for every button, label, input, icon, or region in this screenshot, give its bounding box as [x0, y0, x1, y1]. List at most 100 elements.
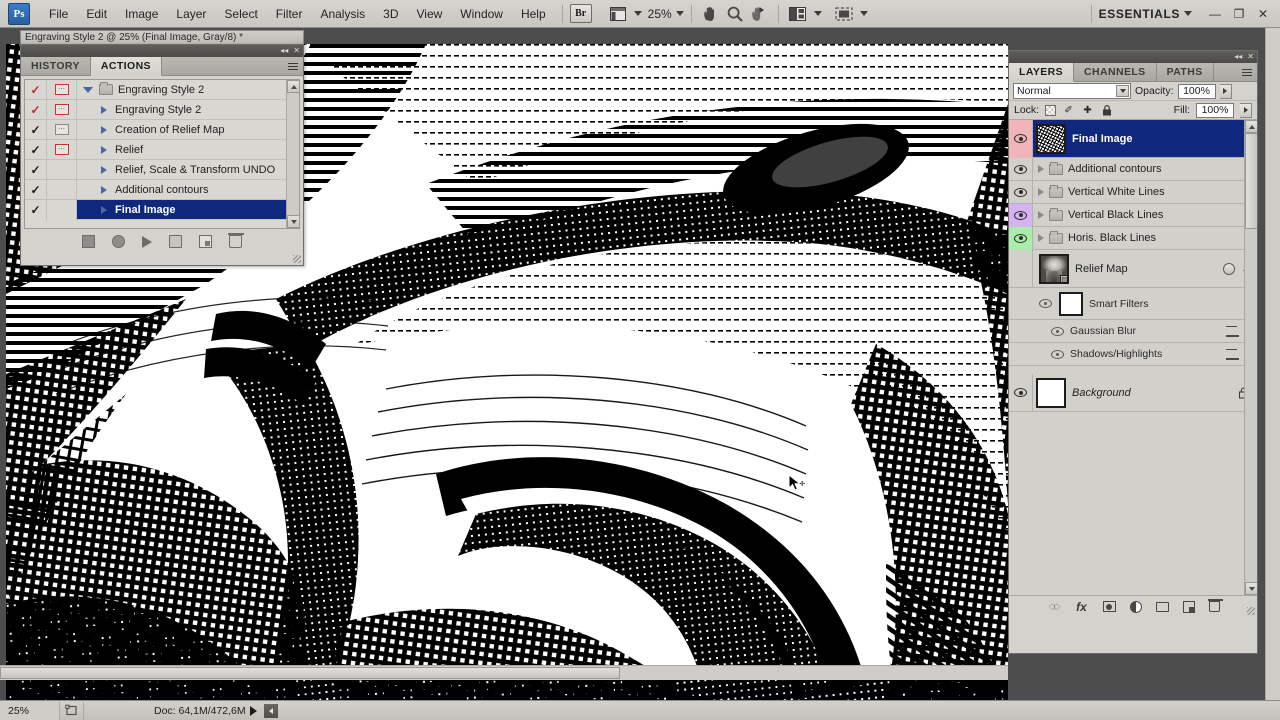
layers-panel-menu-icon[interactable]	[1240, 67, 1252, 78]
collapse-panel-icon[interactable]: ◂◂	[280, 47, 288, 55]
fill-input[interactable]: 100%	[1196, 102, 1234, 118]
scroll-up-button[interactable]	[1245, 120, 1257, 133]
filter-blending-options-icon[interactable]	[1226, 325, 1239, 337]
screen-mode-chevron-down-icon[interactable]	[859, 11, 868, 16]
delete-layer-button[interactable]	[1207, 599, 1223, 612]
action-row-selected[interactable]: ✓ Final Image	[25, 199, 299, 220]
preview-thumbnail-icon[interactable]	[60, 701, 84, 720]
canvas-horizontal-scrollbar[interactable]	[0, 665, 1008, 680]
layer-visibility-toggle[interactable]	[1009, 157, 1033, 181]
layers-scroll-thumb[interactable]	[1245, 133, 1257, 229]
stop-playing-recording-button[interactable]	[82, 235, 95, 248]
eye-icon[interactable]	[1051, 326, 1064, 336]
action-modal-toggle[interactable]: ⋯	[47, 99, 77, 120]
layer-row-relief-map[interactable]: Relief Map	[1009, 249, 1257, 288]
scroll-up-button[interactable]	[287, 80, 299, 93]
fill-slider-button[interactable]	[1240, 102, 1252, 118]
canvas-vertical-scrollbar[interactable]	[1265, 28, 1280, 700]
action-row[interactable]: ✓ ⋯ Creation of Relief Map	[25, 119, 299, 140]
lock-position-icon[interactable]: ✚	[1081, 104, 1094, 117]
smart-filter-shadows-highlights[interactable]: Shadows/Highlights	[1009, 343, 1257, 366]
action-modal-toggle[interactable]	[47, 179, 77, 200]
action-expand-toggle[interactable]	[77, 86, 99, 93]
tab-layers[interactable]: LAYERS	[1009, 63, 1075, 82]
action-toggle-checkbox[interactable]: ✓	[25, 159, 47, 180]
new-layer-button[interactable]	[1182, 600, 1195, 613]
filter-blending-options-icon[interactable]	[1226, 348, 1239, 360]
screen-mode-icon[interactable]	[832, 4, 856, 24]
close-panel-icon[interactable]: ✕	[1247, 53, 1254, 61]
menu-window[interactable]: Window	[451, 3, 512, 25]
workspace-chevron-down-icon[interactable]	[1184, 11, 1192, 16]
link-layers-button[interactable]: ◌◌	[1047, 600, 1061, 614]
magnifier-icon[interactable]	[723, 4, 747, 24]
menu-view[interactable]: View	[407, 3, 451, 25]
action-expand-toggle[interactable]	[93, 105, 115, 114]
lock-all-icon[interactable]	[1100, 104, 1113, 117]
blend-mode-chevron-down-icon[interactable]	[1116, 85, 1129, 97]
action-expand-toggle[interactable]	[93, 165, 115, 174]
collapse-panel-icon[interactable]: ◂◂	[1234, 53, 1242, 61]
action-expand-toggle[interactable]	[93, 205, 115, 214]
layer-style-button[interactable]: fx	[1075, 600, 1089, 614]
menu-analysis[interactable]: Analysis	[311, 3, 374, 25]
action-row[interactable]: ✓ ⋯ Engraving Style 2	[25, 99, 299, 120]
tab-channels[interactable]: CHANNELS	[1074, 63, 1157, 81]
menu-image[interactable]: Image	[116, 3, 167, 25]
action-toggle-checkbox[interactable]: ✓	[25, 119, 47, 140]
layer-row-vertical-black-lines[interactable]: Vertical Black Lines	[1009, 203, 1257, 227]
menu-file[interactable]: File	[40, 3, 77, 25]
resize-grip[interactable]	[1247, 607, 1255, 615]
smart-filter-mask-thumbnail[interactable]	[1059, 291, 1083, 316]
layer-row-vertical-white-lines[interactable]: Vertical White Lines	[1009, 180, 1257, 204]
action-expand-toggle[interactable]	[93, 145, 115, 154]
eye-icon[interactable]	[1051, 349, 1064, 359]
action-modal-toggle[interactable]: ⋯	[47, 119, 77, 140]
smart-filter-gaussian-blur[interactable]: Gaussian Blur	[1009, 320, 1257, 343]
eye-icon[interactable]	[1039, 299, 1052, 308]
layer-row-background[interactable]: Background	[1009, 373, 1257, 412]
opacity-slider-button[interactable]	[1219, 83, 1232, 99]
group-expand-toggle[interactable]	[1033, 234, 1049, 242]
minimize-button[interactable]: —	[1204, 5, 1226, 23]
group-expand-toggle[interactable]	[1033, 188, 1049, 196]
action-row[interactable]: ✓ Relief, Scale & Transform UNDO	[25, 159, 299, 180]
action-modal-toggle[interactable]: ⋯	[47, 139, 77, 160]
actions-scrollbar[interactable]	[286, 80, 299, 228]
scroll-down-button[interactable]	[1245, 582, 1257, 595]
layer-visibility-toggle[interactable]	[1009, 203, 1033, 227]
status-zoom-input[interactable]: 25%	[0, 701, 60, 720]
layer-row-additional-contours[interactable]: Additional contours	[1009, 157, 1257, 181]
layer-visibility-toggle[interactable]	[1009, 120, 1033, 158]
action-toggle-checkbox[interactable]: ✓	[25, 80, 47, 100]
tab-actions[interactable]: ACTIONS	[90, 57, 162, 76]
blend-mode-select[interactable]: Normal	[1013, 83, 1131, 99]
layer-row-final-image[interactable]: Final Image	[1009, 120, 1257, 158]
rotate-view-icon[interactable]	[747, 4, 771, 24]
add-layer-mask-button[interactable]	[1102, 601, 1116, 612]
close-panel-icon[interactable]: ✕	[293, 47, 300, 55]
action-toggle-checkbox[interactable]: ✓	[25, 179, 47, 200]
action-row[interactable]: ✓ ⋯ Relief	[25, 139, 299, 160]
menu-3d[interactable]: 3D	[374, 3, 407, 25]
menu-help[interactable]: Help	[512, 3, 555, 25]
lock-transparent-pixels-icon[interactable]	[1045, 104, 1057, 116]
create-new-action-button[interactable]	[199, 235, 212, 248]
action-toggle-checkbox[interactable]: ✓	[25, 139, 47, 160]
action-modal-toggle[interactable]	[47, 159, 77, 180]
smart-filters-row[interactable]: Smart Filters	[1009, 288, 1257, 320]
opacity-input[interactable]: 100%	[1177, 83, 1216, 99]
status-scroll-left-button[interactable]	[263, 703, 278, 718]
menu-edit[interactable]: Edit	[77, 3, 116, 25]
zoom-chevron-down-icon[interactable]	[675, 11, 684, 16]
action-toggle-checkbox[interactable]: ✓	[25, 199, 47, 220]
status-expand-arrow-icon[interactable]	[246, 702, 262, 720]
layer-thumbnail[interactable]	[1036, 123, 1066, 154]
begin-recording-button[interactable]	[112, 235, 125, 248]
delete-action-button[interactable]	[228, 233, 244, 248]
hscroll-thumb[interactable]	[0, 667, 620, 679]
maximize-button[interactable]: ❐	[1228, 5, 1250, 23]
layer-visibility-toggle[interactable]	[1009, 373, 1033, 412]
group-expand-toggle[interactable]	[1033, 211, 1049, 219]
workspace-label[interactable]: ESSENTIALS	[1099, 7, 1180, 21]
